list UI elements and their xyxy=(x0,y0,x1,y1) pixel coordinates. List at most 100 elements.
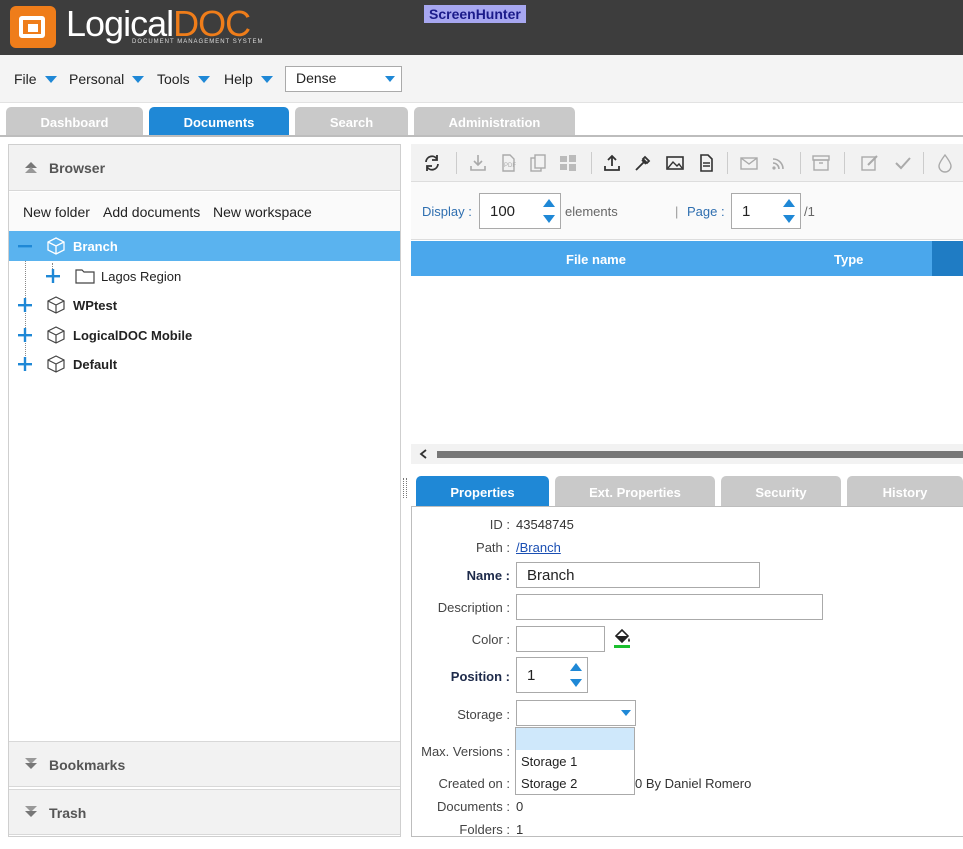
image-icon[interactable] xyxy=(665,153,685,173)
spinner-down-icon[interactable] xyxy=(783,215,795,223)
new-workspace-button[interactable]: New workspace xyxy=(213,204,312,220)
browser-title: Browser xyxy=(49,160,106,176)
chevron-down-icon[interactable] xyxy=(621,710,631,716)
storage-select[interactable] xyxy=(516,700,636,726)
upload-icon[interactable] xyxy=(602,153,622,173)
description-field[interactable] xyxy=(516,594,823,620)
bookmarks-header[interactable]: Bookmarks xyxy=(9,741,400,787)
tab-search[interactable]: Search xyxy=(295,107,408,136)
screenhunter-badge: ScreenHunter xyxy=(424,5,526,23)
menu-tools[interactable]: Tools xyxy=(157,71,210,87)
column-file-name[interactable]: File name xyxy=(566,252,626,267)
tree-item-lagos-region[interactable]: Lagos Region xyxy=(9,261,400,291)
path-link[interactable]: /Branch xyxy=(516,540,561,555)
density-select[interactable]: Dense xyxy=(285,66,402,92)
position-label: Position : xyxy=(450,669,510,684)
chevron-down-icon xyxy=(385,76,395,82)
display-count-value: 100 xyxy=(490,203,516,220)
expand-icon[interactable] xyxy=(17,297,33,313)
id-label: ID : xyxy=(489,517,510,532)
page-label: Page : xyxy=(687,204,725,219)
horizontal-scrollbar[interactable] xyxy=(411,444,963,464)
tree-item-wptest[interactable]: WPtest xyxy=(9,290,400,320)
new-folder-button[interactable]: New folder xyxy=(23,204,90,220)
tree-item-logicaldoc-mobile[interactable]: LogicalDOC Mobile xyxy=(9,320,400,350)
position-value: 1 xyxy=(527,667,536,684)
tree-item-default[interactable]: Default xyxy=(9,349,400,379)
storage-option-1[interactable]: Storage 1 xyxy=(516,750,634,772)
eyedropper-icon[interactable] xyxy=(633,153,653,173)
chevron-down-icon xyxy=(25,806,37,817)
tab-history[interactable]: History xyxy=(847,476,963,506)
storage-option-2[interactable]: Storage 2 xyxy=(516,772,634,794)
windows-icon[interactable] xyxy=(558,153,578,173)
position-spinner[interactable]: 1 xyxy=(516,657,588,693)
expand-icon[interactable] xyxy=(17,327,33,343)
pdf-icon[interactable]: PDF xyxy=(498,153,518,173)
drop-icon[interactable] xyxy=(935,153,955,173)
paging-bar: Display : 100 elements | Page : 1 /1 xyxy=(411,182,963,240)
tab-ext-properties[interactable]: Ext. Properties xyxy=(555,476,715,506)
menu-help[interactable]: Help xyxy=(224,71,273,87)
documents-grid-header: File name Type xyxy=(411,241,963,276)
browser-header[interactable]: Browser xyxy=(9,145,400,191)
menu-file[interactable]: File xyxy=(14,71,57,87)
display-count-spinner[interactable]: 100 xyxy=(479,193,561,229)
tab-documents[interactable]: Documents xyxy=(149,107,289,136)
spinner-down-icon[interactable] xyxy=(543,215,555,223)
spinner-up-icon[interactable] xyxy=(783,199,795,207)
splitter-handle[interactable] xyxy=(403,478,407,498)
document-icon[interactable] xyxy=(696,153,716,173)
tree-item-branch[interactable]: Branch xyxy=(9,231,400,261)
checkmark-icon[interactable] xyxy=(893,153,913,173)
workspace-cube-icon xyxy=(47,237,65,255)
column-extra[interactable] xyxy=(932,241,963,276)
spinner-up-icon[interactable] xyxy=(570,663,582,671)
trash-header[interactable]: Trash xyxy=(9,789,400,835)
tab-security[interactable]: Security xyxy=(721,476,841,506)
download-icon[interactable] xyxy=(468,153,488,173)
documents-label: Documents : xyxy=(437,799,510,814)
color-field[interactable] xyxy=(516,626,605,652)
max-versions-label: Max. Versions : xyxy=(421,744,510,759)
refresh-icon[interactable] xyxy=(422,153,442,173)
scrollbar-thumb[interactable] xyxy=(437,451,963,458)
workspace-cube-icon xyxy=(47,296,65,314)
folders-label: Folders : xyxy=(459,822,510,837)
paint-bucket-icon[interactable] xyxy=(612,627,632,649)
tree-item-label: LogicalDOC Mobile xyxy=(73,328,193,343)
storage-option-empty[interactable] xyxy=(516,728,634,750)
add-documents-button[interactable]: Add documents xyxy=(103,204,200,220)
chevron-down-icon xyxy=(260,75,273,83)
expand-icon[interactable] xyxy=(45,268,61,284)
edit-icon[interactable] xyxy=(860,153,880,173)
documents-grid-body[interactable] xyxy=(411,276,963,444)
copy-icon[interactable] xyxy=(528,153,548,173)
created-on-label: Created on : xyxy=(438,776,510,791)
email-icon[interactable] xyxy=(739,153,759,173)
browser-actions: New folder Add documents New workspace xyxy=(9,192,400,232)
tab-divider xyxy=(0,135,963,137)
spinner-down-icon[interactable] xyxy=(570,679,582,687)
chevron-left-icon[interactable] xyxy=(419,449,427,459)
tab-dashboard[interactable]: Dashboard xyxy=(6,107,143,136)
expand-icon[interactable] xyxy=(17,356,33,372)
path-label: Path : xyxy=(476,540,510,555)
page-spinner[interactable]: 1 xyxy=(731,193,801,229)
menu-file-label: File xyxy=(14,71,37,87)
documents-count: 0 xyxy=(516,799,524,814)
chevron-down-icon xyxy=(25,758,37,769)
folder-icon xyxy=(75,269,95,284)
rss-icon[interactable] xyxy=(769,153,789,173)
name-field[interactable]: Branch xyxy=(516,562,760,588)
collapse-icon[interactable] xyxy=(17,238,33,254)
spinner-up-icon[interactable] xyxy=(543,199,555,207)
elements-label: elements xyxy=(565,204,618,219)
tab-administration[interactable]: Administration xyxy=(414,107,575,136)
menu-personal[interactable]: Personal xyxy=(69,71,145,87)
column-type[interactable]: Type xyxy=(834,252,863,267)
workspace-cube-icon xyxy=(47,355,65,373)
storage-label: Storage : xyxy=(457,707,510,722)
archive-icon[interactable] xyxy=(811,153,831,173)
tab-properties[interactable]: Properties xyxy=(416,476,549,506)
